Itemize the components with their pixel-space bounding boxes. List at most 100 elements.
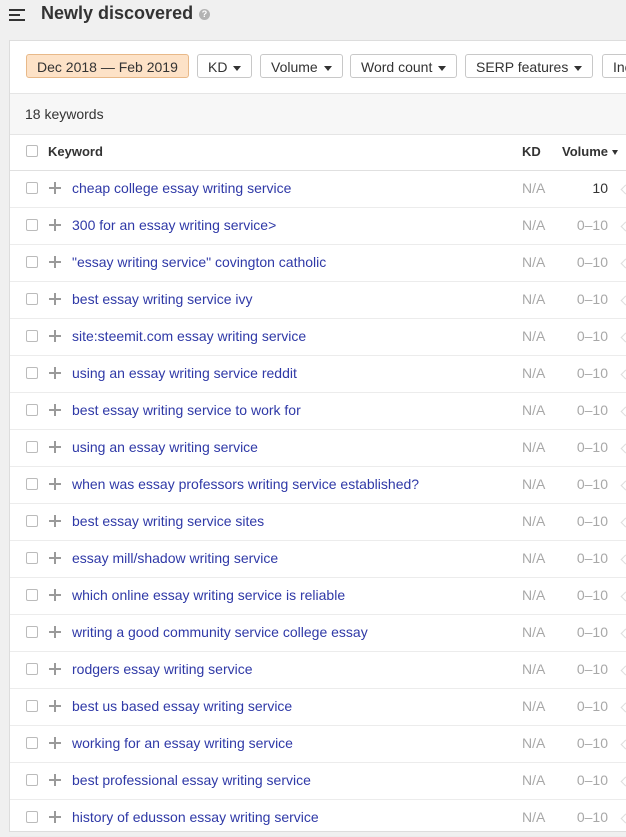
keyword-link[interactable]: essay mill/shadow writing service	[72, 550, 278, 566]
keyword-link[interactable]: writing a good community service college…	[72, 624, 368, 640]
row-checkbox[interactable]	[26, 404, 38, 416]
add-to-list-icon[interactable]	[49, 330, 61, 342]
kd-value: N/A	[522, 698, 546, 714]
table-row: using an essay writing service reddit N/A…	[10, 356, 626, 393]
row-checkbox[interactable]	[26, 737, 38, 749]
kd-value: N/A	[522, 180, 546, 196]
volume-value: 0–10	[576, 365, 608, 381]
kd-value: N/A	[522, 328, 546, 344]
table-row: when was essay professors writing servic…	[10, 467, 626, 504]
table-row: best us based essay writing service N/A 0–…	[10, 689, 626, 726]
add-to-list-icon[interactable]	[49, 219, 61, 231]
keyword-link[interactable]: best essay writing service sites	[72, 513, 264, 529]
keyword-link[interactable]: working for an essay writing service	[72, 735, 293, 751]
trend-chevron-icon	[620, 813, 626, 824]
row-checkbox[interactable]	[26, 811, 38, 823]
volume-value: 10	[592, 180, 608, 196]
word-count-filter-button[interactable]: Word count	[350, 54, 458, 78]
keyword-link[interactable]: which online essay writing service is re…	[72, 587, 345, 603]
add-to-list-icon[interactable]	[49, 293, 61, 305]
volume-value: 0–10	[576, 587, 608, 603]
table-row: site:steemit.com essay writing service N/…	[10, 319, 626, 356]
trend-chevron-icon	[620, 591, 626, 602]
add-to-list-icon[interactable]	[49, 663, 61, 675]
table-row: cheap college essay writing service N/A 10	[10, 171, 626, 208]
add-to-list-icon[interactable]	[49, 367, 61, 379]
table-row: "essay writing service" covington cathol…	[10, 245, 626, 282]
kd-value: N/A	[522, 291, 546, 307]
keyword-link[interactable]: site:steemit.com essay writing service	[72, 328, 306, 344]
volume-value: 0–10	[576, 254, 608, 270]
keyword-link[interactable]: using an essay writing service reddit	[72, 365, 297, 381]
kd-value: N/A	[522, 587, 546, 603]
keyword-link[interactable]: 300 for an essay writing service>	[72, 217, 276, 233]
row-checkbox[interactable]	[26, 293, 38, 305]
row-checkbox[interactable]	[26, 478, 38, 490]
chevron-down-icon	[574, 65, 583, 71]
keyword-link[interactable]: best us based essay writing service	[72, 698, 292, 714]
keyword-link[interactable]: rodgers essay writing service	[72, 661, 253, 677]
column-header-keyword[interactable]: Keyword	[48, 144, 103, 159]
row-checkbox[interactable]	[26, 626, 38, 638]
chevron-down-icon	[323, 65, 332, 71]
volume-filter-button[interactable]: Volume	[260, 54, 343, 78]
keyword-link[interactable]: "essay writing service" covington cathol…	[72, 254, 326, 270]
trend-chevron-icon	[620, 480, 626, 491]
row-checkbox[interactable]	[26, 552, 38, 564]
add-to-list-icon[interactable]	[49, 441, 61, 453]
row-checkbox[interactable]	[26, 219, 38, 231]
row-checkbox[interactable]	[26, 367, 38, 379]
row-checkbox[interactable]	[26, 515, 38, 527]
include-filter-button[interactable]: Inc	[602, 54, 626, 78]
column-header-kd[interactable]: KD	[522, 144, 541, 159]
trend-chevron-icon	[620, 665, 626, 676]
volume-value: 0–10	[576, 698, 608, 714]
add-to-list-icon[interactable]	[49, 589, 61, 601]
chevron-down-icon	[233, 65, 242, 71]
row-checkbox[interactable]	[26, 774, 38, 786]
row-checkbox[interactable]	[26, 256, 38, 268]
hamburger-menu-icon[interactable]	[9, 8, 26, 22]
serp-features-filter-button[interactable]: SERP features	[465, 54, 594, 78]
date-range-filter-button[interactable]: Dec 2018 — Feb 2019	[26, 54, 189, 78]
table-row: best essay writing service sites N/A 0–10	[10, 504, 626, 541]
row-checkbox[interactable]	[26, 589, 38, 601]
trend-chevron-icon	[620, 369, 626, 380]
row-checkbox[interactable]	[26, 700, 38, 712]
volume-value: 0–10	[576, 217, 608, 233]
add-to-list-icon[interactable]	[49, 182, 61, 194]
kd-value: N/A	[522, 476, 546, 492]
add-to-list-icon[interactable]	[49, 404, 61, 416]
keyword-link[interactable]: when was essay professors writing servic…	[72, 476, 419, 492]
keyword-link[interactable]: using an essay writing service	[72, 439, 258, 455]
help-icon[interactable]: ?	[199, 9, 210, 20]
add-to-list-icon[interactable]	[49, 256, 61, 268]
add-to-list-icon[interactable]	[49, 774, 61, 786]
column-header-volume-label: Volume	[562, 144, 608, 159]
kd-value: N/A	[522, 365, 546, 381]
column-header-volume[interactable]: Volume	[562, 144, 618, 159]
trend-chevron-icon	[620, 258, 626, 269]
date-range-label: Dec 2018 — Feb 2019	[37, 59, 178, 75]
select-all-checkbox[interactable]	[26, 145, 38, 157]
keyword-link[interactable]: best essay writing service to work for	[72, 402, 301, 418]
add-to-list-icon[interactable]	[49, 811, 61, 823]
add-to-list-icon[interactable]	[49, 626, 61, 638]
kd-filter-button[interactable]: KD	[197, 54, 253, 78]
filter-bar: Dec 2018 — Feb 2019 KD Volume Word count…	[10, 41, 626, 93]
row-checkbox[interactable]	[26, 663, 38, 675]
row-checkbox[interactable]	[26, 330, 38, 342]
add-to-list-icon[interactable]	[49, 700, 61, 712]
add-to-list-icon[interactable]	[49, 515, 61, 527]
keyword-link[interactable]: best professional essay writing service	[72, 772, 311, 788]
add-to-list-icon[interactable]	[49, 478, 61, 490]
row-checkbox[interactable]	[26, 441, 38, 453]
add-to-list-icon[interactable]	[49, 737, 61, 749]
keyword-link[interactable]: best essay writing service ivy	[72, 291, 253, 307]
keyword-link[interactable]: cheap college essay writing service	[72, 180, 291, 196]
row-checkbox[interactable]	[26, 182, 38, 194]
kd-value: N/A	[522, 254, 546, 270]
add-to-list-icon[interactable]	[49, 552, 61, 564]
kd-value: N/A	[522, 624, 546, 640]
table-row: using an essay writing service N/A 0–10	[10, 430, 626, 467]
